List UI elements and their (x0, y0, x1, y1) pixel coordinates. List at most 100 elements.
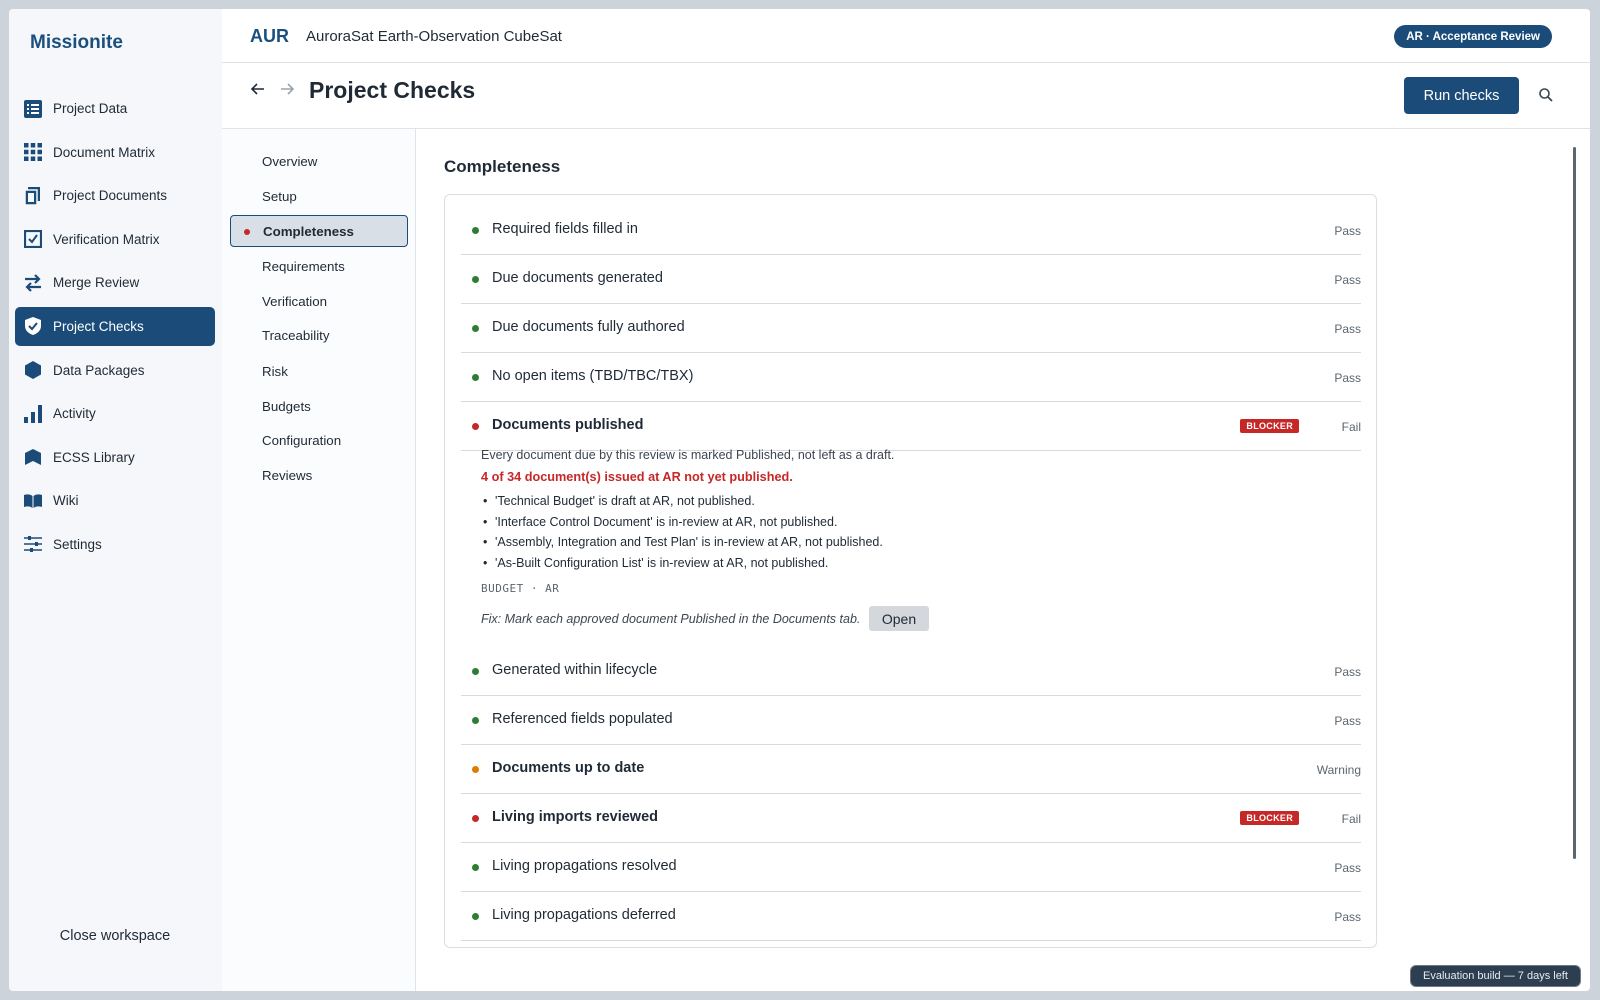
check-status: Fail (1341, 812, 1361, 826)
pass-status-dot (472, 325, 479, 332)
sidebar-item-verification-matrix[interactable]: Verification Matrix (15, 220, 215, 259)
check-status: Pass (1334, 910, 1361, 924)
subnav-item-reviews[interactable]: Reviews (230, 459, 408, 491)
check-row[interactable]: Documents up to date Warning (461, 745, 1361, 794)
arrow-right-icon[interactable] (280, 82, 295, 100)
main-content: Completeness Required fields filled in P… (417, 129, 1590, 991)
search-icon[interactable] (1538, 87, 1556, 105)
subnav-item-overview[interactable]: Overview (230, 145, 408, 177)
header: AUR AuroraSat Earth-Observation CubeSat … (222, 9, 1590, 63)
check-row[interactable]: No open items (TBD/TBC/TBX) Pass (461, 353, 1361, 402)
pass-status-dot (472, 276, 479, 283)
close-workspace-button[interactable]: Close workspace (9, 928, 221, 944)
list-item: 'As-Built Configuration List' is in-revi… (483, 556, 883, 577)
check-status: Pass (1334, 665, 1361, 679)
check-status: Pass (1334, 224, 1361, 238)
review-badge[interactable]: AR · Acceptance Review (1394, 25, 1552, 48)
brand-logo: Missionite (30, 32, 123, 53)
check-row[interactable]: Referenced fields populated Pass (461, 696, 1361, 745)
subnav-item-traceability[interactable]: Traceability (230, 319, 408, 351)
subnav-item-requirements[interactable]: Requirements (230, 250, 408, 282)
check-label: Generated within lifecycle (492, 662, 658, 678)
pass-status-dot (472, 227, 479, 234)
sidebar: Missionite Project Data Document Matrix … (9, 9, 226, 991)
subnav-item-label: Verification (262, 293, 328, 309)
fail-indicator-dot (244, 229, 250, 235)
project-code: AUR (250, 26, 289, 46)
fix-hint: Fix: Mark each approved document Publish… (481, 612, 861, 626)
subnav-item-label: Completeness (263, 223, 354, 239)
shield-check-icon (23, 317, 42, 336)
sidebar-item-project-checks[interactable]: Project Checks (15, 306, 215, 346)
fail-status-dot (472, 815, 479, 822)
open-button[interactable]: Open (869, 606, 929, 631)
subnav-item-completeness[interactable]: Completeness (230, 215, 408, 247)
subnav-item-risk[interactable]: Risk (230, 355, 408, 387)
check-label: Referenced fields populated (492, 711, 673, 727)
scrollbar-thumb[interactable] (1573, 147, 1576, 859)
check-status: Warning (1316, 763, 1361, 777)
check-tag: BUDGET · AR (481, 582, 560, 595)
sidebar-item-label: Activity (53, 406, 96, 422)
issue-list: 'Technical Budget' is draft at AR, not p… (483, 494, 883, 577)
run-checks-button[interactable]: Run checks (1404, 77, 1519, 114)
sliders-icon (23, 535, 42, 554)
book-icon (23, 491, 42, 510)
sidebar-item-document-matrix[interactable]: Document Matrix (15, 133, 215, 172)
check-label: Living propagations resolved (492, 858, 677, 874)
evaluation-build-badge: Evaluation build — 7 days left (1410, 965, 1581, 987)
subnav-item-budgets[interactable]: Budgets (230, 390, 408, 422)
checkbox-icon (23, 230, 42, 249)
check-label: Documents up to date (492, 760, 645, 776)
sidebar-item-ecss-library[interactable]: ECSS Library (15, 438, 215, 477)
section-title: Completeness (444, 157, 561, 176)
check-label: Living imports reviewed (492, 809, 658, 825)
check-label: Required fields filled in (492, 221, 638, 237)
check-description: Every document due by this review is mar… (481, 448, 895, 462)
checks-subnav: Overview Setup Completeness Requirements… (222, 129, 416, 991)
project-name: AuroraSat Earth-Observation CubeSat (306, 28, 562, 45)
sidebar-item-merge-review[interactable]: Merge Review (15, 263, 215, 302)
list-item: 'Assembly, Integration and Test Plan' is… (483, 535, 883, 556)
sidebar-item-wiki[interactable]: Wiki (15, 481, 215, 520)
check-row-expanded[interactable]: Documents published BLOCKER Fail (461, 402, 1361, 451)
pass-status-dot (472, 864, 479, 871)
subnav-item-label: Budgets (262, 398, 311, 414)
arrow-left-icon[interactable] (250, 82, 265, 100)
check-row[interactable]: Generated within lifecycle Pass (461, 647, 1361, 696)
sidebar-item-activity[interactable]: Activity (15, 394, 215, 433)
sidebar-item-label: Settings (53, 536, 102, 552)
sidebar-item-label: Verification Matrix (53, 231, 160, 247)
pass-status-dot (472, 668, 479, 675)
subnav-item-verification[interactable]: Verification (230, 285, 408, 317)
check-row[interactable]: Due documents fully authored Pass (461, 304, 1361, 353)
check-row[interactable]: Living propagations resolved Pass (461, 843, 1361, 892)
check-status: Fail (1341, 420, 1361, 434)
warning-status-dot (472, 766, 479, 773)
document-icon (23, 186, 42, 205)
sidebar-item-label: Document Matrix (53, 144, 156, 160)
subnav-item-configuration[interactable]: Configuration (230, 424, 408, 456)
check-row[interactable]: Living propagations deferred Pass (461, 892, 1361, 941)
sidebar-item-settings[interactable]: Settings (15, 525, 215, 564)
check-status: Pass (1334, 273, 1361, 287)
check-row[interactable]: Living imports reviewed BLOCKER Fail (461, 794, 1361, 843)
subnav-item-label: Reviews (262, 467, 313, 483)
checks-card: Required fields filled in Pass Due docum… (444, 194, 1377, 948)
check-row[interactable]: Required fields filled in Pass (461, 206, 1361, 255)
sidebar-item-data-packages[interactable]: Data Packages (15, 351, 215, 390)
subnav-item-setup[interactable]: Setup (230, 180, 408, 212)
subnav-item-label: Configuration (262, 432, 342, 448)
sidebar-item-project-data[interactable]: Project Data (15, 89, 215, 128)
list-item: 'Technical Budget' is draft at AR, not p… (483, 494, 883, 515)
check-label: Living propagations deferred (492, 907, 676, 923)
sidebar-item-project-documents[interactable]: Project Documents (15, 176, 215, 215)
sidebar-item-label: Merge Review (53, 275, 140, 291)
check-row[interactable]: Due documents generated Pass (461, 255, 1361, 304)
subnav-item-label: Requirements (262, 258, 345, 274)
grid-icon (23, 143, 42, 162)
sidebar-item-label: Project Documents (53, 188, 168, 204)
page-titlebar: Project Checks Run checks (222, 63, 1590, 129)
pass-status-dot (472, 913, 479, 920)
pass-status-dot (472, 717, 479, 724)
